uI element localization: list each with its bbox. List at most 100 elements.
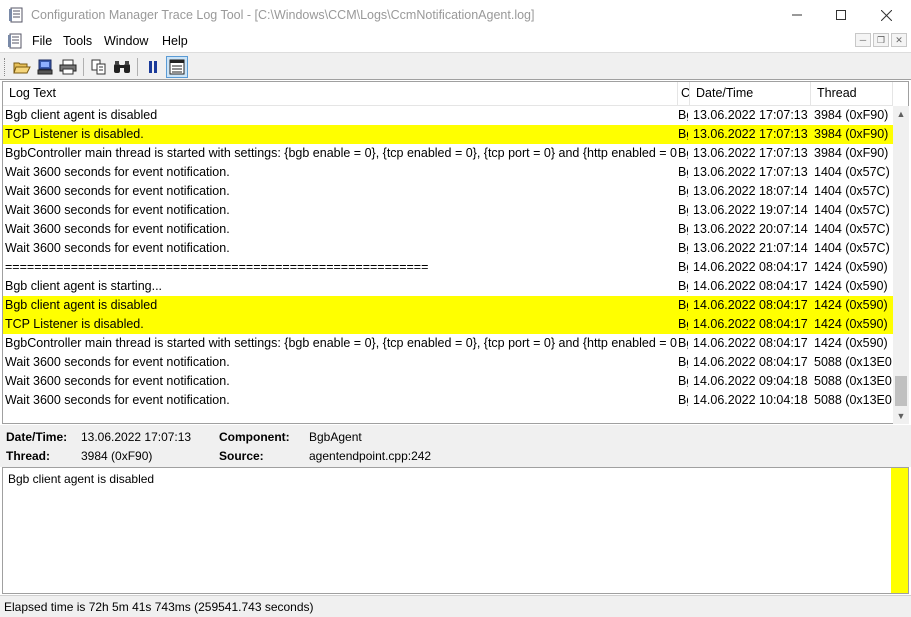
list-header: Log Text C Date/Time Thread	[3, 82, 893, 106]
table-row[interactable]: Bgb client agent is disabled Bg 13.06.2022…	[3, 106, 893, 125]
table-row[interactable]: Wait 3600 seconds for event notification…	[3, 182, 893, 201]
status-text: Elapsed time is 72h 5m 41s 743ms (259541…	[4, 600, 314, 614]
menu-bar: File Tools Window Help	[0, 30, 911, 52]
log-document-icon[interactable]	[9, 7, 25, 23]
menu-help[interactable]: Help	[162, 34, 188, 48]
thread-cell: 1424 (0x590)	[814, 260, 888, 274]
table-row[interactable]: Bgb client agent is disabled Bg 14.06.2022…	[3, 296, 893, 315]
component-cell: Bg	[678, 184, 688, 198]
mdi-minimize-button[interactable]: ─	[855, 33, 871, 47]
restore-icon: ❐	[876, 34, 886, 45]
message-scrollbar[interactable]	[891, 468, 908, 593]
close-icon: ✕	[895, 34, 903, 45]
toggle-details-button[interactable]	[166, 56, 188, 78]
column-header-component[interactable]: C	[678, 82, 690, 106]
toggle-details-icon	[169, 59, 185, 75]
table-row[interactable]: TCP Listener is disabled. Bg 13.06.2022 17…	[3, 125, 893, 144]
close-button[interactable]	[863, 0, 909, 30]
datetime-label: Date/Time:	[6, 430, 68, 444]
component-cell: Bg	[678, 108, 688, 122]
thread-cell: 5088 (0x13E0)	[814, 374, 892, 388]
open-folder-icon	[13, 62, 31, 74]
toolbar-separator	[137, 58, 138, 76]
copy-button[interactable]	[88, 56, 110, 78]
thread-cell: 1424 (0x590)	[814, 317, 888, 331]
menu-file[interactable]: File	[32, 34, 52, 48]
column-header-datetime[interactable]: Date/Time	[690, 82, 811, 106]
status-bar: Elapsed time is 72h 5m 41s 743ms (259541…	[0, 595, 911, 617]
thread-cell: 1424 (0x590)	[814, 279, 888, 293]
component-cell: Bg	[678, 393, 688, 407]
component-label: Component:	[219, 430, 290, 444]
toolbar-grip[interactable]	[4, 58, 7, 76]
table-row[interactable]: BgbController main thread is started wit…	[3, 144, 893, 163]
table-row[interactable]: Bgb client agent is starting... Bg 14.06.2…	[3, 277, 893, 296]
open-on-server-button[interactable]	[34, 56, 56, 78]
component-cell: Bg	[678, 146, 688, 160]
pause-button[interactable]	[142, 56, 164, 78]
log-rows: Bgb client agent is disabled Bg 13.06.2022…	[3, 106, 893, 424]
table-row[interactable]: ========================================…	[3, 258, 893, 277]
component-cell: Bg	[678, 127, 688, 141]
datetime-cell: 13.06.2022 17:07:13	[693, 165, 808, 179]
datetime-cell: 14.06.2022 08:04:17	[693, 298, 808, 312]
details-panel: Date/Time: 13.06.2022 17:07:13 Component…	[0, 425, 911, 467]
find-button[interactable]	[111, 56, 133, 78]
table-row[interactable]: Wait 3600 seconds for event notification…	[3, 163, 893, 182]
table-row[interactable]: Wait 3600 seconds for event notification…	[3, 220, 893, 239]
datetime-cell: 14.06.2022 08:04:17	[693, 279, 808, 293]
datetime-value: 13.06.2022 17:07:13	[81, 430, 192, 444]
open-button[interactable]	[11, 56, 33, 78]
scroll-thumb[interactable]	[895, 376, 907, 406]
log-text-cell: Wait 3600 seconds for event notification…	[5, 393, 230, 407]
component-cell: Bg	[678, 298, 688, 312]
datetime-cell: 14.06.2022 08:04:17	[693, 317, 808, 331]
table-row[interactable]: Wait 3600 seconds for event notification…	[3, 391, 893, 410]
table-row[interactable]: Wait 3600 seconds for event notification…	[3, 353, 893, 372]
thread-cell: 1404 (0x57C)	[814, 184, 890, 198]
table-row[interactable]: Wait 3600 seconds for event notification…	[3, 372, 893, 391]
table-row[interactable]: Wait 3600 seconds for event notification…	[3, 239, 893, 258]
vertical-scrollbar[interactable]: ▲ ▼	[893, 106, 909, 424]
mdi-close-button[interactable]: ✕	[891, 33, 907, 47]
message-text-area[interactable]: Bgb client agent is disabled	[2, 467, 909, 594]
log-list[interactable]: Log Text C Date/Time Thread Bgb client a…	[2, 81, 909, 424]
maximize-button[interactable]	[818, 0, 864, 30]
component-cell: Bg	[678, 203, 688, 217]
log-text-cell: Wait 3600 seconds for event notification…	[5, 184, 230, 198]
menu-tools[interactable]: Tools	[63, 34, 92, 48]
pause-icon	[149, 61, 157, 73]
column-header-thread[interactable]: Thread	[811, 82, 893, 106]
table-row[interactable]: Wait 3600 seconds for event notification…	[3, 201, 893, 220]
thread-cell: 3984 (0xF90)	[814, 108, 889, 122]
column-header-log-text[interactable]: Log Text	[3, 82, 678, 106]
thread-cell: 1424 (0x590)	[814, 336, 888, 350]
minimize-button[interactable]	[774, 0, 820, 30]
thread-cell: 3984 (0xF90)	[814, 146, 889, 160]
component-cell: Bg	[678, 336, 688, 350]
mdi-document-icon[interactable]	[8, 33, 24, 49]
datetime-cell: 13.06.2022 20:07:14	[693, 222, 808, 236]
log-text-cell: TCP Listener is disabled.	[5, 127, 144, 141]
thread-label: Thread:	[6, 449, 51, 463]
scroll-up-button[interactable]: ▲	[893, 106, 909, 122]
datetime-cell: 13.06.2022 17:07:13	[693, 108, 808, 122]
menu-window[interactable]: Window	[104, 34, 148, 48]
component-cell: Bg	[678, 355, 688, 369]
datetime-cell: 14.06.2022 08:04:17	[693, 355, 808, 369]
scroll-down-button[interactable]: ▼	[893, 408, 909, 424]
log-text-cell: Bgb client agent is disabled	[5, 298, 158, 312]
mdi-restore-button[interactable]: ❐	[873, 33, 889, 47]
component-cell: Bg	[678, 222, 688, 236]
component-cell: Bg	[678, 241, 688, 255]
table-row[interactable]: BgbController main thread is started wit…	[3, 334, 893, 353]
thread-cell: 1404 (0x57C)	[814, 241, 890, 255]
source-label: Source:	[219, 449, 264, 463]
datetime-cell: 14.06.2022 09:04:18	[693, 374, 808, 388]
thread-cell: 1404 (0x57C)	[814, 165, 890, 179]
datetime-cell: 14.06.2022 10:04:18	[693, 393, 808, 407]
print-button[interactable]	[57, 56, 79, 78]
table-row[interactable]: TCP Listener is disabled. Bg 14.06.2022 08…	[3, 315, 893, 334]
print-icon	[59, 59, 77, 75]
component-cell: Bg	[678, 317, 688, 331]
